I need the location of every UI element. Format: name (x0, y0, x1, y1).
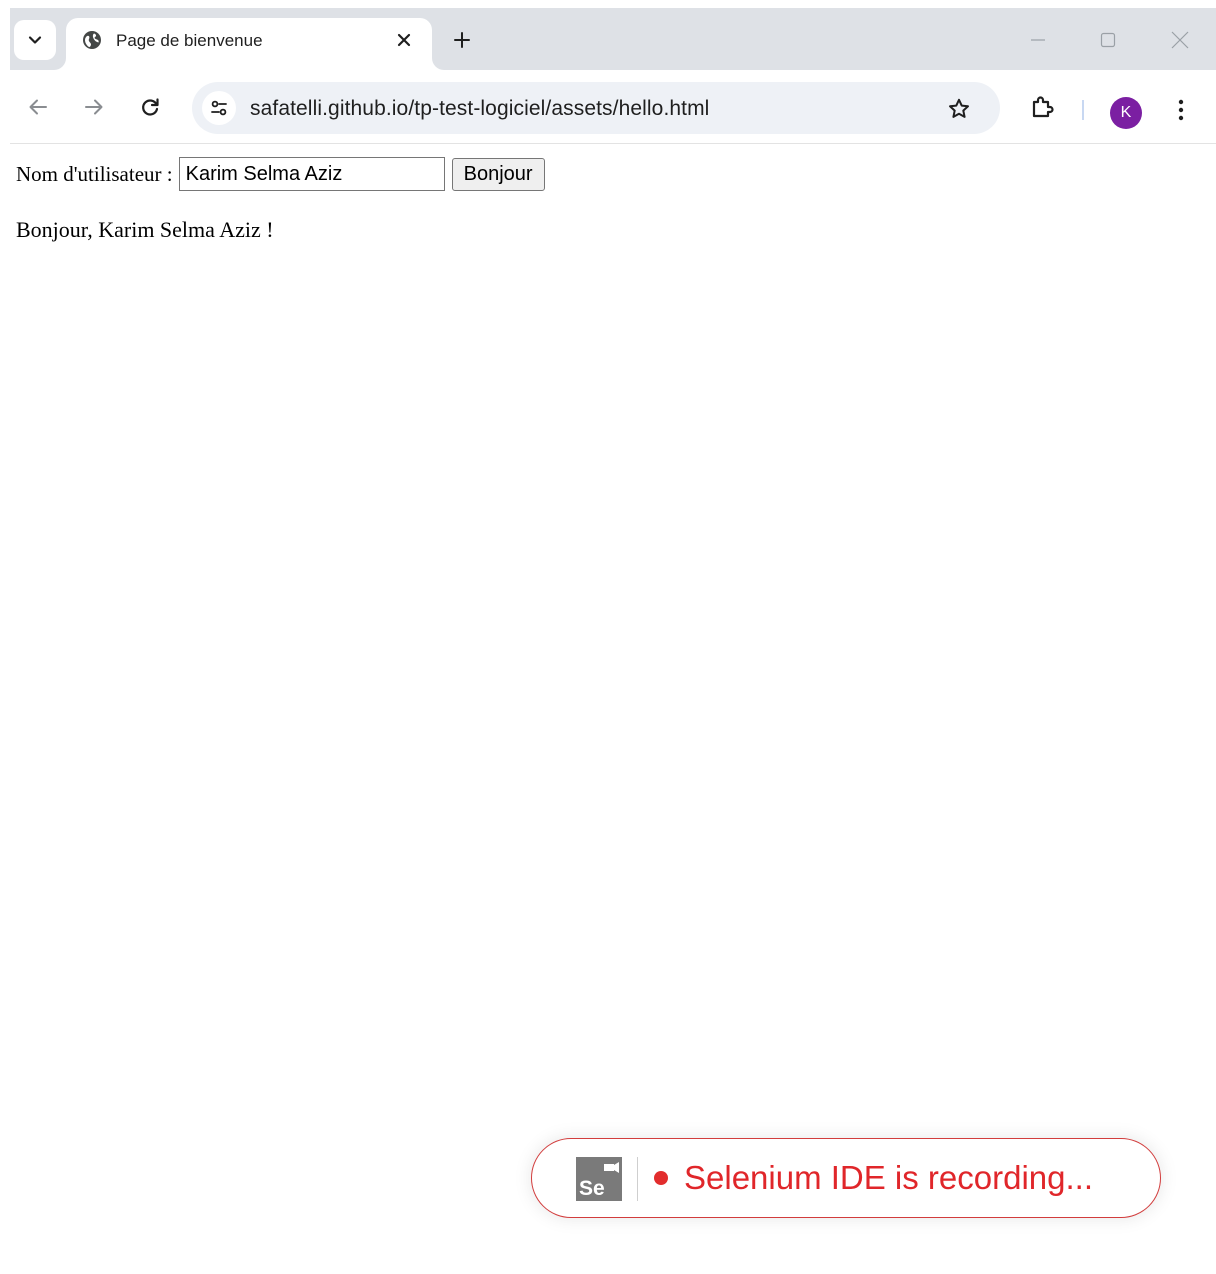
extensions-button[interactable] (1024, 89, 1060, 125)
kebab-menu-icon (1178, 99, 1184, 121)
tab-title: Page de bienvenue (116, 31, 263, 50)
profile-avatar[interactable]: K (1110, 97, 1142, 129)
new-tab-button[interactable] (446, 24, 478, 56)
username-label: Nom d'utilisateur : (16, 161, 173, 186)
puzzle-icon (1032, 96, 1054, 118)
plus-icon (454, 32, 470, 48)
tune-icon (211, 100, 227, 116)
toolbar-divider (1082, 100, 1084, 120)
recorder-divider (637, 1157, 638, 1201)
username-input[interactable] (178, 157, 445, 191)
browser-window: Page de bienvenue safatelli.github.io/tp… (10, 8, 1216, 1274)
arrow-right-icon (85, 99, 103, 115)
selenium-logo-text: Se (579, 1177, 605, 1200)
minimize-icon (1031, 39, 1045, 41)
recording-dot-icon (654, 1171, 668, 1185)
browser-toolbar: safatelli.github.io/tp-test-logiciel/ass… (10, 70, 1216, 144)
maximize-button[interactable] (1088, 24, 1128, 56)
tab-active[interactable]: Page de bienvenue (66, 18, 432, 70)
tab-search-button[interactable] (14, 20, 56, 60)
back-button[interactable] (20, 89, 56, 125)
recording-status: Selenium IDE is recording... (684, 1159, 1094, 1196)
close-icon (397, 33, 411, 47)
site-info-button[interactable] (202, 91, 236, 125)
bookmark-button[interactable] (944, 94, 974, 124)
minimize-button[interactable] (1018, 24, 1058, 56)
selenium-recording-banner: Se Selenium IDE is recording... (531, 1138, 1161, 1218)
address-bar[interactable]: safatelli.github.io/tp-test-logiciel/ass… (192, 82, 1000, 134)
reload-icon (142, 98, 159, 116)
tab-close-button[interactable] (392, 28, 416, 52)
maximize-icon (1100, 32, 1116, 48)
selenium-logo-icon: Se (576, 1157, 622, 1201)
menu-button[interactable] (1166, 92, 1196, 128)
forward-button[interactable] (76, 89, 112, 125)
reload-button[interactable] (132, 89, 168, 125)
tab-strip: Page de bienvenue (10, 8, 1216, 70)
greeting-message: Bonjour, Karim Selma Aziz ! (16, 217, 274, 242)
page-content: Nom d'utilisateur : Bonjour Bonjour, Kar… (10, 145, 1216, 1274)
globe-icon (83, 31, 101, 49)
arrow-left-icon (29, 99, 47, 115)
url-text: safatelli.github.io/tp-test-logiciel/ass… (250, 97, 710, 120)
star-icon (949, 98, 969, 118)
window-close-button[interactable] (1160, 24, 1200, 56)
bonjour-button[interactable]: Bonjour (451, 157, 545, 191)
username-form: Nom d'utilisateur : Bonjour (16, 157, 545, 191)
chevron-down-icon (28, 36, 42, 44)
window-close-icon (1171, 31, 1189, 49)
